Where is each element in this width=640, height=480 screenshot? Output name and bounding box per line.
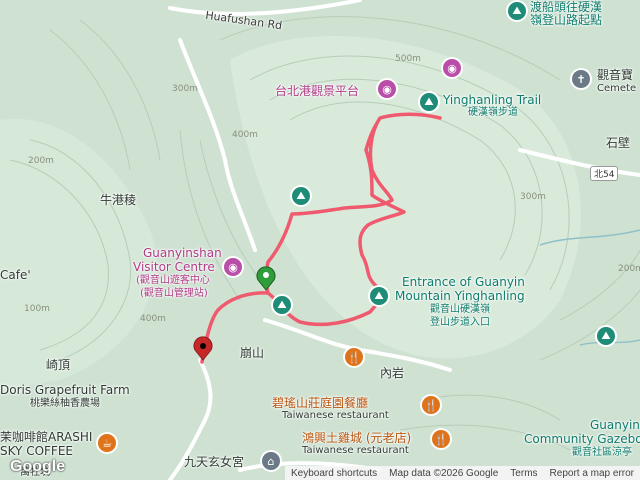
terms-link[interactable]: Terms	[504, 468, 543, 479]
elevation-label: 100m	[24, 304, 50, 314]
elevation-label: 500m	[395, 54, 421, 64]
restaurant-icon[interactable]: 🍴	[345, 348, 363, 366]
cafe-icon[interactable]: ☕	[98, 434, 116, 452]
poi-cemetery: Cemete	[597, 83, 637, 94]
poi-visitor-centre-zh2: (觀音山管理站)	[140, 288, 208, 299]
restaurant-icon[interactable]: 🍴	[432, 430, 450, 448]
poi-entrance-en2: Mountain Yinghanling	[395, 289, 525, 303]
place-niugang: 牛港稜	[100, 193, 137, 207]
place-cafe[interactable]: Cafe'	[0, 268, 31, 282]
map-attribution-bar: Keyboard shortcuts Map data ©2026 Google…	[285, 466, 640, 480]
hiker-icon[interactable]: ⛰	[273, 296, 291, 314]
hiker-icon[interactable]: ⛰	[292, 187, 310, 205]
elevation-label: 300m	[520, 192, 546, 202]
hiker-icon[interactable]: ⛰	[370, 287, 388, 305]
google-logo[interactable]: Google	[10, 458, 65, 476]
poi-gazebo-3: 觀音社區涼亭	[572, 447, 632, 458]
poi-visitor-centre-zh: (觀音山遊客中心	[136, 275, 210, 286]
temple-icon[interactable]: ⌂	[262, 452, 280, 470]
poi-taipei-port-lookout[interactable]: 台北港觀景平台	[275, 84, 359, 98]
poi-dufutou-line2: 嶺登山路起點	[530, 13, 603, 27]
place-neiyan: 內岩	[380, 366, 405, 380]
road-shield-north54: 北54	[590, 166, 619, 181]
poi-doris[interactable]: Doris Grapefruit Farm	[0, 383, 130, 397]
camera-icon[interactable]: ◉	[443, 59, 461, 77]
elevation-label: 200m	[28, 156, 54, 166]
poi-arashi-2: SKY COFFEE	[0, 444, 73, 458]
hiker-icon[interactable]: ⛰	[508, 2, 526, 20]
poi-biyao-en: Taiwanese restaurant	[282, 410, 389, 421]
report-error-link[interactable]: Report a map error	[544, 468, 640, 479]
cemetery-icon[interactable]: ✝	[572, 70, 590, 88]
poi-visitor-centre-en2: Visitor Centre	[133, 260, 215, 274]
poi-entrance-zh2: 登山步道入口	[430, 317, 490, 328]
place-bengshan: 崩山	[240, 346, 265, 360]
poi-hongxing-en: Taiwanese restaurant	[302, 445, 409, 456]
elevation-label: 400m	[232, 130, 258, 140]
elevation-label: 300m	[172, 84, 198, 94]
poi-hongxing[interactable]: 鴻興土雞城 (元老店)	[302, 431, 411, 445]
poi-entrance-zh1: 觀音山硬漢嶺	[430, 304, 490, 315]
camera-icon[interactable]: ◉	[224, 258, 242, 276]
place-shibi: 石壁	[606, 136, 631, 150]
poi-gazebo-2: Community Gazebo	[524, 432, 640, 446]
camera-icon[interactable]: ◉	[378, 80, 396, 98]
poi-guanyin-bao[interactable]: 觀音寶	[597, 68, 633, 82]
poi-dufutou-line1[interactable]: 渡船頭往硬漢	[530, 0, 602, 14]
restaurant-icon[interactable]: 🍴	[422, 396, 440, 414]
elevation-label: 400m	[140, 314, 166, 324]
poi-visitor-centre-en1[interactable]: Guanyinshan	[143, 246, 222, 260]
poi-arashi-1[interactable]: 茉咖啡館ARASHI	[0, 430, 92, 444]
poi-doris-zh: 桃樂絲柚香農場	[30, 398, 100, 409]
keyboard-shortcuts-link[interactable]: Keyboard shortcuts	[285, 468, 383, 479]
hiker-icon[interactable]: ⛰	[420, 93, 438, 111]
poi-biyao[interactable]: 碧瑤山莊庭園餐廳	[272, 396, 368, 410]
poi-jiutian[interactable]: 九天玄女宮	[184, 455, 244, 469]
poi-yinghanling-trail-zh: 硬漢嶺步道	[468, 107, 518, 118]
poi-gazebo-1[interactable]: Guanyin	[590, 418, 640, 432]
gazebo-icon[interactable]: ⛰	[597, 327, 615, 345]
poi-entrance-en1[interactable]: Entrance of Guanyin	[402, 275, 525, 289]
elevation-label: 200m	[618, 264, 640, 274]
map-data-credit: Map data ©2026 Google	[389, 467, 499, 479]
poi-yinghanling-trail[interactable]: Yinghanling Trail	[443, 93, 541, 107]
place-qiding: 崎頂	[46, 358, 71, 372]
